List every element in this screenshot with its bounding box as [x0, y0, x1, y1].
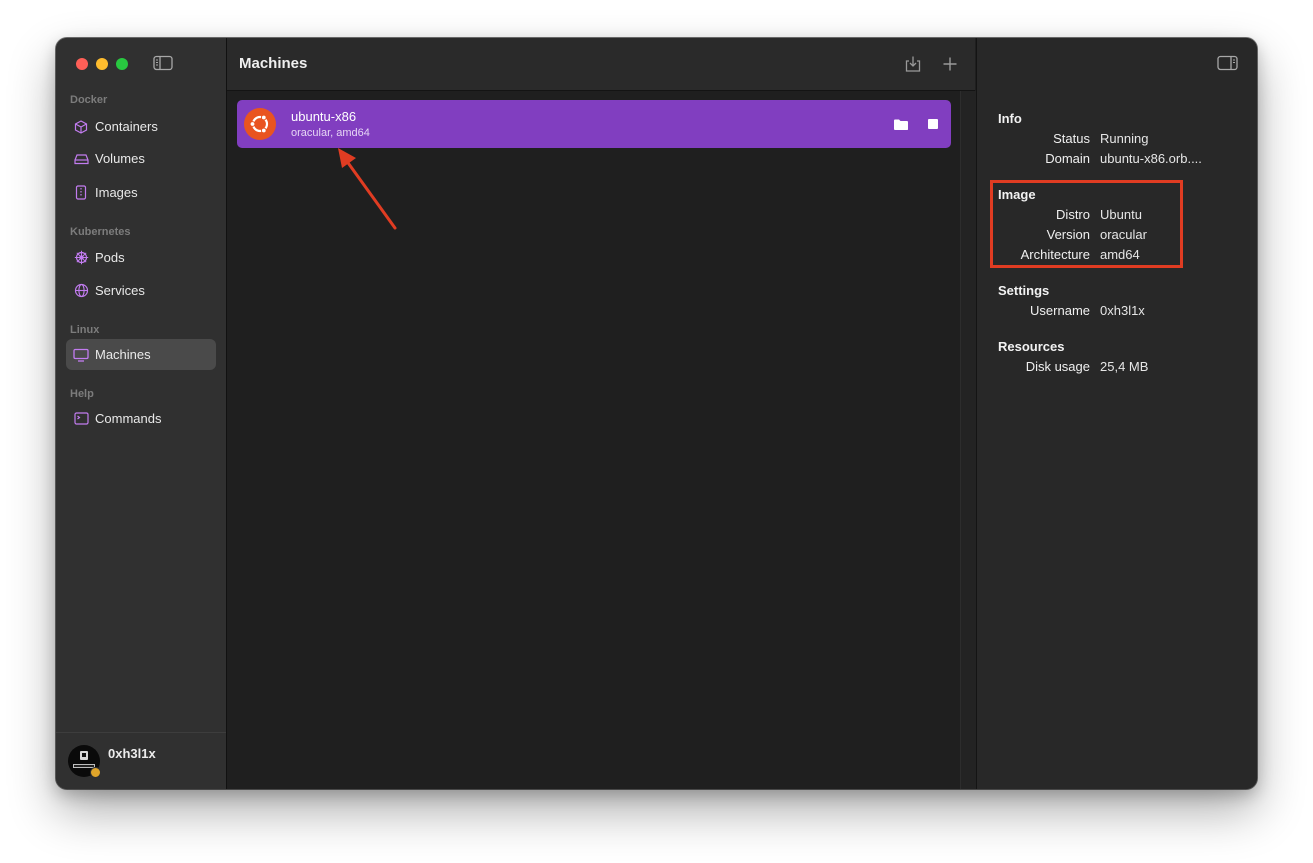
section-label-kubernetes: Kubernetes	[70, 226, 131, 238]
disk-usage-value: 25,4 MB	[1100, 359, 1149, 374]
inspector-toggle-icon[interactable]	[1217, 55, 1239, 71]
app-window: Docker Containers Volumes Images Kuberne…	[56, 38, 1257, 789]
username-label: Username	[1030, 303, 1090, 318]
disk-usage-label: Disk usage	[1025, 359, 1090, 374]
machine-name: ubuntu-x86	[291, 109, 357, 124]
username-value: 0xh3l1x	[1100, 303, 1145, 318]
section-label-help: Help	[70, 388, 94, 400]
disk-icon	[73, 151, 89, 167]
cube-icon	[73, 119, 89, 135]
annotation-arrow-icon	[338, 148, 397, 230]
sidebar-item-pods[interactable]: Pods	[66, 242, 216, 273]
main-toolbar: Machines	[227, 38, 975, 91]
sidebar-item-images[interactable]: Images	[66, 177, 216, 208]
sidebar-item-label: Commands	[95, 411, 162, 426]
ubuntu-icon	[243, 107, 277, 141]
section-label-docker: Docker	[70, 94, 108, 106]
stop-machine-button[interactable]	[924, 115, 942, 133]
zoom-window-button[interactable]	[116, 58, 128, 70]
sidebar-item-label: Pods	[95, 250, 125, 265]
terminal-icon	[73, 411, 89, 427]
sidebar-item-label: Volumes	[95, 151, 145, 166]
status-dot	[90, 767, 101, 778]
section-label-linux: Linux	[70, 324, 100, 336]
details-panel: Info Status Running Domain ubuntu-x86.or…	[976, 38, 1257, 789]
add-machine-button[interactable]	[940, 54, 960, 74]
sidebar-item-label: Machines	[95, 347, 151, 362]
image-icon	[73, 185, 89, 201]
user-account[interactable]: 0xh3l1x	[56, 732, 226, 789]
minimize-window-button[interactable]	[96, 58, 108, 70]
resources-heading: Resources	[998, 339, 1065, 354]
sidebar-item-commands[interactable]: Commands	[66, 403, 216, 434]
domain-label: Domain	[1045, 151, 1090, 166]
close-window-button[interactable]	[76, 58, 88, 70]
sidebar-item-services[interactable]: Services	[66, 275, 216, 306]
status-label: Status	[1053, 131, 1090, 146]
scrollbar[interactable]	[960, 91, 976, 789]
user-name: 0xh3l1x	[108, 746, 156, 761]
annotation-highlight-box	[990, 180, 1183, 268]
sidebar-toggle-icon[interactable]	[153, 55, 173, 71]
monitor-icon	[73, 347, 89, 363]
import-button[interactable]	[903, 54, 923, 74]
status-value: Running	[1100, 131, 1149, 146]
plus-icon	[942, 56, 958, 72]
sidebar-item-containers[interactable]: Containers	[66, 111, 216, 142]
sidebar-item-volumes[interactable]: Volumes	[66, 143, 216, 174]
domain-value[interactable]: ubuntu-x86.orb....	[1100, 151, 1202, 166]
helm-icon	[73, 250, 89, 266]
sidebar: Docker Containers Volumes Images Kuberne…	[56, 38, 227, 789]
open-files-button[interactable]	[892, 115, 910, 133]
sidebar-item-label: Containers	[95, 119, 158, 134]
sidebar-item-label: Images	[95, 185, 138, 200]
globe-icon	[73, 283, 89, 299]
folder-icon	[893, 118, 909, 131]
machine-subtitle: oracular, amd64	[291, 127, 370, 139]
sidebar-item-machines[interactable]: Machines	[66, 339, 216, 370]
page-title: Machines	[239, 55, 308, 72]
stop-icon	[927, 118, 939, 130]
info-heading: Info	[998, 111, 1022, 126]
download-tray-icon	[904, 55, 922, 73]
settings-heading: Settings	[998, 283, 1050, 298]
sidebar-item-label: Services	[95, 283, 145, 298]
